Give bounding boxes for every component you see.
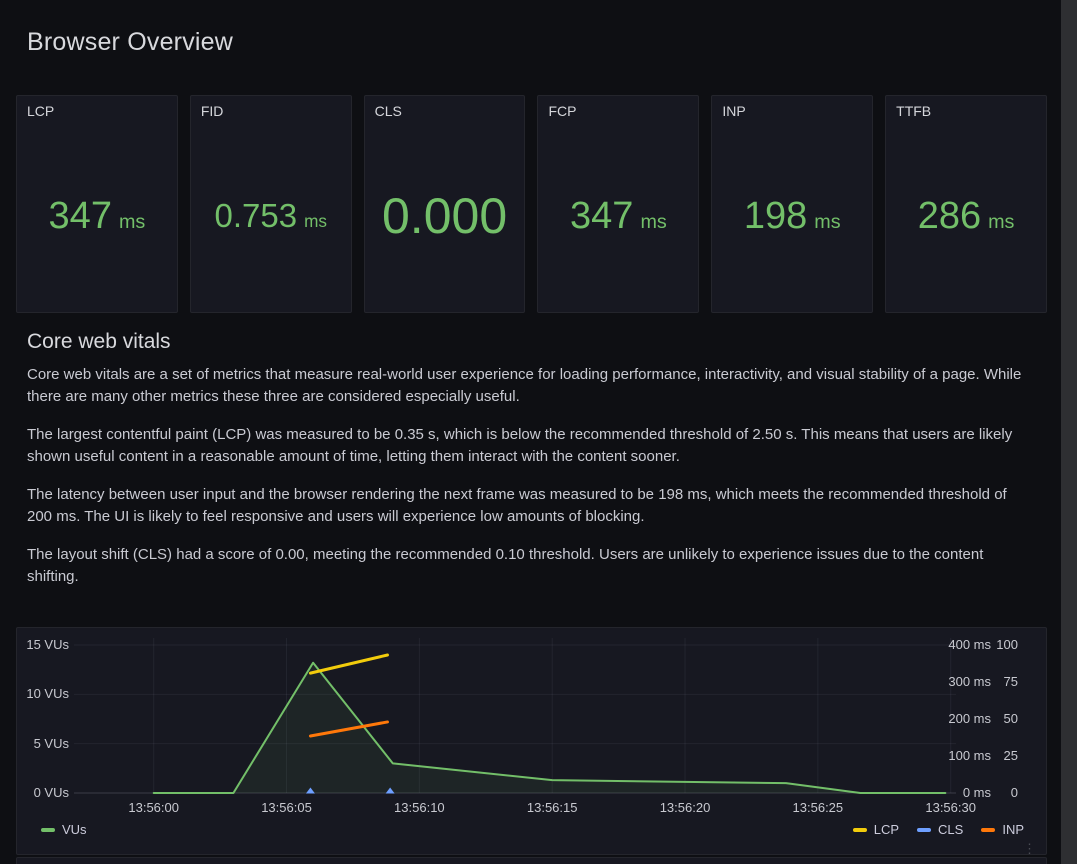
stat-panel-inp: INP 198 ms <box>711 95 873 313</box>
stat-value: 347 <box>570 197 633 235</box>
stat-panel-cls: CLS 0.000 <box>364 95 526 313</box>
axis-tick-label: 5 VUs <box>21 736 69 752</box>
stat-unit: ms <box>304 213 327 230</box>
paragraph-intro: Core web vitals are a set of metrics tha… <box>27 364 1035 408</box>
y-axis-percent: 100 75 50 25 0 <box>982 628 1018 828</box>
timeseries-panel: 15 VUs10 VUs5 VUs0 VUs 400 ms300 ms200 m… <box>16 627 1047 855</box>
legend-label: LCP <box>874 821 899 839</box>
stat-unit: ms <box>814 213 840 233</box>
stat-value-area: 347 ms <box>17 119 177 312</box>
time-tick-label: 13:56:20 <box>640 800 730 816</box>
chart-legend: VUs LCP CLS INP <box>17 821 1046 841</box>
legend-label: VUs <box>62 821 87 839</box>
timeseries-chart[interactable] <box>74 638 956 793</box>
stat-panel-lcp: LCP 347 ms <box>16 95 178 313</box>
legend-item-lcp[interactable]: LCP <box>853 821 899 839</box>
series-line-lcp <box>310 655 387 673</box>
legend-label: CLS <box>938 821 963 839</box>
time-tick-label: 13:56:10 <box>374 800 464 816</box>
time-tick-label: 13:56:30 <box>906 800 996 816</box>
stat-value-area: 286 ms <box>886 119 1046 312</box>
legend-item-inp[interactable]: INP <box>981 821 1024 839</box>
stat-value: 347 <box>49 197 112 235</box>
stat-value-area: 0.753 ms <box>191 119 351 312</box>
stat-panel-fcp: FCP 347 ms <box>537 95 699 313</box>
axis-tick-label: 0 <box>982 785 1018 801</box>
stat-value: 0.753 <box>215 199 298 232</box>
legend-label: INP <box>1002 821 1024 839</box>
stat-panel-fid: FID 0.753 ms <box>190 95 352 313</box>
next-panel-edge <box>16 857 1047 864</box>
panel-title[interactable]: FID <box>191 96 351 119</box>
paragraph-cls: The layout shift (CLS) had a score of 0.… <box>27 544 1035 588</box>
time-tick-label: 13:56:25 <box>773 800 863 816</box>
stat-unit: ms <box>988 213 1014 233</box>
panel-title[interactable]: FCP <box>538 96 698 119</box>
stat-value-area: 0.000 <box>365 119 525 312</box>
time-tick-label: 13:56:05 <box>242 800 332 816</box>
axis-tick-label: 75 <box>982 674 1018 690</box>
legend-item-cls[interactable]: CLS <box>917 821 963 839</box>
core-web-vitals-text-panel: Core web vitals Core web vitals are a se… <box>27 330 1035 604</box>
time-tick-label: 13:56:00 <box>109 800 199 816</box>
paragraph-lcp: The largest contentful paint (LCP) was m… <box>27 424 1035 468</box>
legend-item-vus[interactable]: VUs <box>41 821 87 839</box>
legend-swatch-icon <box>853 828 867 832</box>
axis-tick-label: 10 VUs <box>21 686 69 702</box>
stat-value: 0.000 <box>382 191 507 241</box>
legend-swatch-icon <box>917 828 931 832</box>
axis-tick-label: 15 VUs <box>21 637 69 653</box>
stat-value-area: 347 ms <box>538 119 698 312</box>
stat-panels-row: LCP 347 ms FID 0.753 ms CLS 0.000 <box>16 95 1047 313</box>
stat-unit: ms <box>119 213 145 233</box>
axis-tick-label: 25 <box>982 748 1018 764</box>
legend-swatch-icon <box>41 828 55 832</box>
plot-area[interactable] <box>74 638 956 793</box>
page-title: Browser Overview <box>27 28 233 57</box>
scrollbar[interactable] <box>1061 0 1077 864</box>
panel-title[interactable]: TTFB <box>886 96 1046 119</box>
legend-right-group: LCP CLS INP <box>853 821 1024 839</box>
vertical-ellipsis-icon[interactable]: ⋮ <box>1023 846 1036 852</box>
axis-tick-label: 50 <box>982 711 1018 727</box>
time-tick-label: 13:56:15 <box>507 800 597 816</box>
section-heading: Core web vitals <box>27 330 1035 354</box>
paragraph-inp: The latency between user input and the b… <box>27 484 1035 528</box>
legend-left-group: VUs <box>41 821 87 839</box>
stat-unit: ms <box>640 213 666 233</box>
stat-value-area: 198 ms <box>712 119 872 312</box>
y-axis-vus: 15 VUs 10 VUs 5 VUs 0 VUs <box>21 628 69 828</box>
axis-tick-label: 100 <box>982 637 1018 653</box>
x-axis-time: 13:56:00 13:56:05 13:56:10 13:56:15 13:56:20… <box>17 800 1046 816</box>
panel-title[interactable]: CLS <box>365 96 525 119</box>
stat-panel-ttfb: TTFB 286 ms <box>885 95 1047 313</box>
panel-title[interactable]: LCP <box>17 96 177 119</box>
stat-value: 286 <box>918 197 981 235</box>
panel-title[interactable]: INP <box>712 96 872 119</box>
dashboard: Browser Overview LCP 347 ms FID 0.753 ms… <box>0 0 1077 864</box>
legend-swatch-icon <box>981 828 995 832</box>
axis-tick-label: 0 VUs <box>21 785 69 801</box>
stat-value: 198 <box>744 197 807 235</box>
